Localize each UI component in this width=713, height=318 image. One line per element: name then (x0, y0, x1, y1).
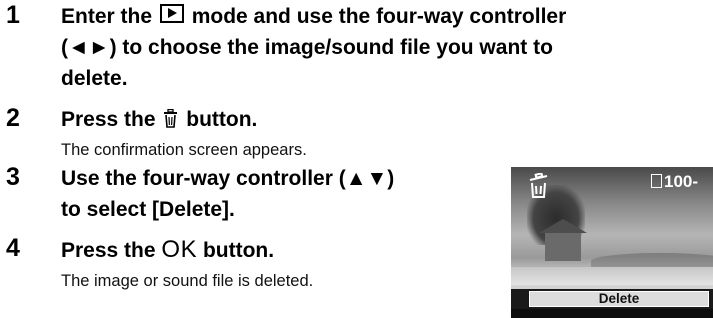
ok-button-label: OK (161, 236, 198, 263)
camera-screen-preview: 100- Delete (511, 167, 713, 318)
beach-hut-image (539, 219, 587, 261)
step-description: The confirmation screen appears. (61, 141, 307, 159)
playback-icon (159, 4, 184, 23)
confirmation-menu: Delete (511, 289, 713, 309)
delete-option[interactable]: Delete (529, 291, 709, 307)
file-number-display: 100- (651, 172, 698, 192)
step-number: 1 (6, 1, 20, 29)
step-title-text: Enter the (61, 5, 153, 28)
step-title-text: Press the (61, 108, 156, 131)
step-title-text: mode and use the four-way controller (191, 5, 567, 28)
step-title-text: Press the (61, 239, 156, 262)
sd-card-icon (651, 174, 662, 188)
step-title-text: button. (202, 239, 275, 262)
step-number: 3 (6, 163, 20, 191)
step-title-line: (◄►) to choose the image/sound file you … (61, 36, 553, 59)
step-number: 2 (6, 104, 20, 132)
step-title: Press the button. (61, 105, 257, 135)
step-title-line: Use the four-way controller (▲▼) (61, 167, 395, 190)
step-title-line: delete. (61, 67, 128, 90)
menu-bottom-bar (511, 309, 713, 318)
step-title-line: to select [Delete]. (61, 198, 235, 221)
step-title: Enter the mode and use the four-way cont… (61, 2, 566, 32)
step-title-text: button. (186, 108, 258, 131)
sea-image (511, 267, 713, 285)
step-description: The image or sound file is deleted. (61, 272, 314, 290)
trash-icon (529, 173, 548, 198)
file-number: 100- (664, 172, 699, 191)
step-number: 4 (6, 234, 20, 262)
trash-icon (164, 109, 178, 128)
step-title: Press the OK button. (61, 235, 274, 266)
